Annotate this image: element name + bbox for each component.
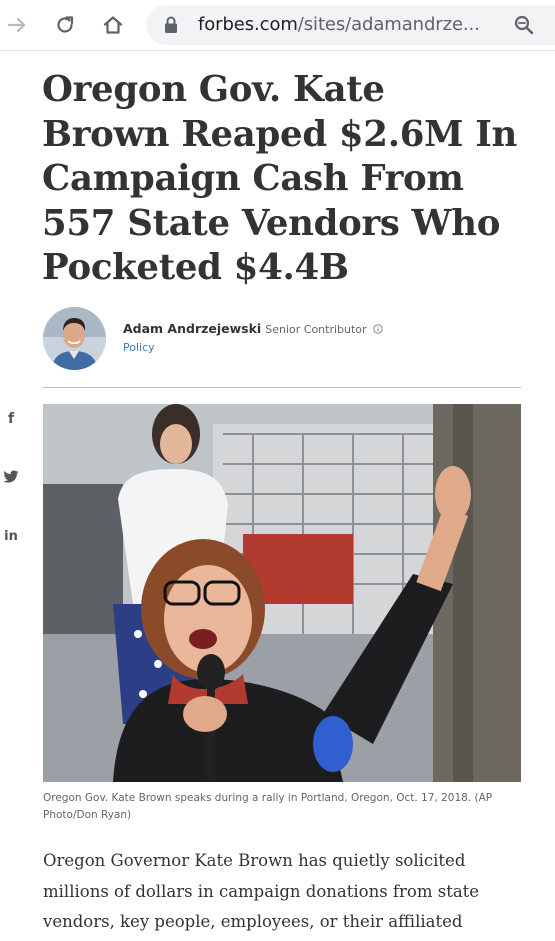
reload-button[interactable]: [48, 8, 82, 42]
facebook-icon: f: [7, 411, 15, 427]
author-avatar[interactable]: [43, 307, 106, 370]
linkedin-icon: in: [4, 528, 18, 544]
arrow-right-icon: [7, 17, 26, 33]
hero-image: [43, 404, 521, 782]
reload-icon: [57, 16, 74, 33]
image-caption: Oregon Gov. Kate Brown speaks during a r…: [43, 792, 493, 821]
article-headline: Oregon Gov. Kate Brown Reaped $2.6M In C…: [42, 69, 518, 288]
author-byline: Adam Andrzejewski Senior Contributor: [123, 320, 383, 338]
url-path: /sites/adamandrze...: [297, 14, 480, 35]
zoom-icon[interactable]: [514, 15, 534, 35]
url-text[interactable]: forbes.com/sites/adamandrze...: [198, 15, 480, 35]
home-icon: [103, 16, 123, 34]
author-name[interactable]: Adam Andrzejewski: [123, 321, 261, 336]
article-body: Oregon Governor Kate Brown has quietly s…: [43, 851, 480, 931]
twitter-share[interactable]: [2, 468, 20, 486]
browser-toolbar: forbes.com/sites/adamandrze...: [0, 0, 555, 51]
home-button[interactable]: [96, 8, 130, 42]
linkedin-share[interactable]: in: [2, 527, 20, 545]
facebook-share[interactable]: f: [2, 410, 20, 428]
author-section-link[interactable]: Policy: [123, 341, 155, 354]
address-bar[interactable]: forbes.com/sites/adamandrze...: [146, 5, 555, 45]
url-domain: forbes.com: [198, 14, 298, 35]
info-icon[interactable]: [373, 324, 383, 334]
author-role: Senior Contributor: [265, 323, 367, 336]
lock-icon: [165, 16, 177, 33]
forward-button[interactable]: [0, 8, 34, 42]
divider: [43, 387, 521, 388]
twitter-bird-icon: [3, 470, 19, 483]
